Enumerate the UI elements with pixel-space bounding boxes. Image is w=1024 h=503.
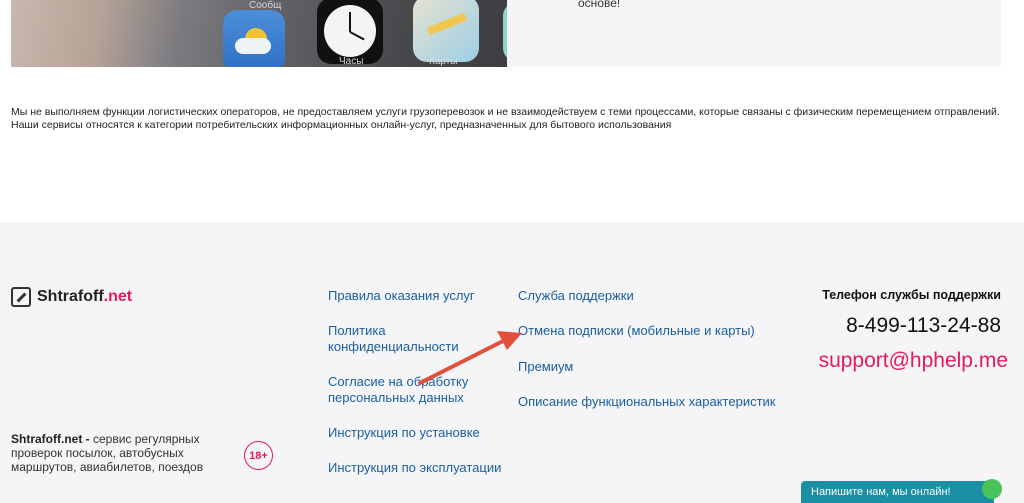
logo-name: Shtrafoff [37, 288, 104, 305]
support-phone-label: Телефон службы поддержки [822, 288, 1001, 302]
disclaimer-text: Мы не выполняем функции логистических оп… [11, 106, 1000, 131]
premium-link[interactable]: Премиум [518, 359, 798, 375]
support-email-link[interactable]: support@hphelp.me [780, 349, 1008, 373]
cancel-subscription-link[interactable]: Отмена подписки (мобильные и карты) [518, 323, 798, 339]
install-guide-link[interactable]: Инструкция по установке [328, 425, 498, 441]
features-description-link[interactable]: Описание функциональных характеристик [518, 394, 798, 410]
about-brand: Shtrafoff.net - [11, 432, 90, 446]
gavel-icon [11, 287, 31, 307]
maps-app-icon [413, 0, 479, 62]
usage-guide-link[interactable]: Инструкция по эксплуатации [328, 460, 518, 476]
clock-app-icon [317, 0, 383, 64]
footer: Shtrafoff.net Shtrafoff.net - сервис рег… [0, 222, 1024, 503]
app-label-clock: Часы [339, 56, 364, 67]
data-consent-link[interactable]: Согласие на обработку персональных данны… [328, 374, 488, 406]
age-rating-badge: 18+ [244, 441, 273, 470]
logo[interactable]: Shtrafoff.net [11, 287, 132, 307]
support-phone-number[interactable]: 8-499-113-24-88 [800, 314, 1001, 338]
hero-image: Сообщ Часы Карты [11, 0, 507, 67]
about-text: Shtrafoff.net - сервис регулярных провер… [11, 432, 221, 474]
weather-app-icon [223, 10, 285, 67]
chat-widget-button[interactable]: Напишите нам, мы онлайн! [801, 479, 1002, 503]
hero-text-snippet: основе! [578, 0, 621, 10]
support-link[interactable]: Служба поддержки [518, 288, 798, 304]
app-icon [503, 2, 507, 62]
online-status-icon [982, 479, 1002, 499]
chat-widget-label: Напишите нам, мы онлайн! [811, 486, 951, 498]
app-label-maps: Карты [429, 56, 458, 67]
terms-link[interactable]: Правила оказания услуг [328, 288, 498, 304]
logo-suffix: .net [103, 288, 133, 305]
privacy-policy-link[interactable]: Политика конфиденциальности [328, 323, 478, 355]
